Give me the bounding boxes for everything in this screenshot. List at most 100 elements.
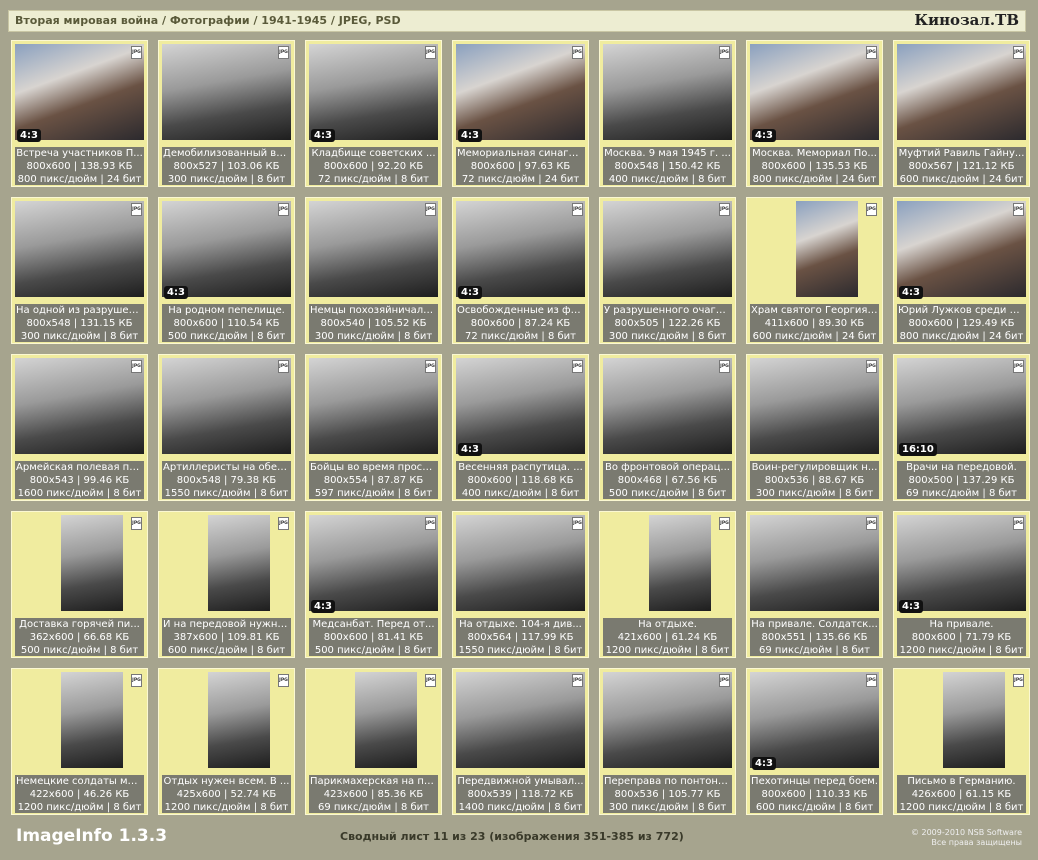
thumbnail-card[interactable]: JPG Артиллеристы на обеде. 800x548 | 79.38…: [158, 354, 295, 501]
thumbnail-area: JPG: [162, 515, 291, 615]
thumbnail-card[interactable]: JPG 4:3 На привале. 800x600 | 71.79 КБ 1200 …: [893, 511, 1030, 658]
brand-logo[interactable]: Кинозал.ТВ: [914, 11, 1019, 29]
thumbnail-card[interactable]: JPG Парикмахерская на пе... 423x600 | 85.3…: [305, 668, 442, 815]
thumbnail-image[interactable]: [897, 358, 1026, 454]
thumbnail-image[interactable]: [456, 672, 585, 768]
thumbnail-card[interactable]: JPG Переправа по понтонн... 800x536 | 105.…: [599, 668, 736, 815]
image-title: Пехотинцы перед боем.: [751, 776, 878, 787]
thumbnail-card[interactable]: JPG Отдых нужен всем. В ... 425x600 | 52.7…: [158, 668, 295, 815]
thumbnail-card[interactable]: JPG 4:3 Москва. Мемориал По... 800x600 | 13…: [746, 40, 883, 187]
thumbnail-area: JPG 4:3: [309, 44, 438, 144]
image-resolution: 1200 пикс/дюйм | 8 бит: [164, 802, 289, 813]
thumbnail-image[interactable]: [15, 201, 144, 297]
thumbnail-image[interactable]: [649, 515, 711, 611]
thumbnail-card[interactable]: JPG Передвижной умывал... 800x539 | 118.72…: [452, 668, 589, 815]
thumbnail-card[interactable]: JPG Во фронтовой операц... 800x468 | 67.56…: [599, 354, 736, 501]
thumbnail-image[interactable]: [750, 515, 879, 611]
thumbnail-image[interactable]: [943, 672, 1005, 768]
thumbnail-card[interactable]: JPG Воин-регулировщик н... 800x536 | 88.67…: [746, 354, 883, 501]
thumbnail-image[interactable]: [309, 515, 438, 611]
header-bar: Вторая мировая война / Фотографии / 1941…: [8, 10, 1026, 32]
thumbnail-image[interactable]: [15, 358, 144, 454]
thumbnail-image[interactable]: [309, 44, 438, 140]
thumbnail-card[interactable]: JPG На отдыхе. 421x600 | 61.24 КБ 1200 пикс…: [599, 511, 736, 658]
thumbnail-card[interactable]: JPG Доставка горячей пи... 362x600 | 66.68…: [11, 511, 148, 658]
breadcrumb[interactable]: Вторая мировая война / Фотографии / 1941…: [15, 14, 401, 27]
thumbnail-card[interactable]: JPG 4:3 На родном пепелище. 800x600 | 110.5…: [158, 197, 295, 344]
thumbnail-card[interactable]: JPG И на передовой нужно... 387x600 | 109.…: [158, 511, 295, 658]
thumbnail-image[interactable]: [162, 44, 291, 140]
thumbnail-image[interactable]: [603, 44, 732, 140]
thumbnail-card[interactable]: JPG 4:3 Кладбище советских ... 800x600 | 92…: [305, 40, 442, 187]
thumbnail-image[interactable]: [897, 201, 1026, 297]
thumbnail-caption: На одной из разрушен... 800x548 | 131.15 …: [15, 304, 144, 342]
image-dimensions: 800x567 | 121.12 КБ: [908, 161, 1015, 172]
image-resolution: 600 пикс/дюйм | 24 бит: [899, 174, 1024, 185]
thumbnail-caption: Медсанбат. Перед от... 800x600 | 81.41 КБ…: [309, 618, 438, 656]
image-dimensions: 800x551 | 135.66 КБ: [761, 632, 868, 643]
thumbnail-card[interactable]: JPG 4:3 Юрий Лужков среди в... 800x600 | 12…: [893, 197, 1030, 344]
thumbnail-image[interactable]: [750, 358, 879, 454]
thumbnail-card[interactable]: JPG Москва. 9 мая 1945 г. ... 800x548 | 15…: [599, 40, 736, 187]
thumbnail-card[interactable]: JPG 16:10 Врачи на передовой. 800x500 | 137…: [893, 354, 1030, 501]
jpg-file-icon: JPG: [131, 203, 142, 216]
thumbnail-card[interactable]: JPG 4:3 Освобожденные из фа... 800x600 | 87…: [452, 197, 589, 344]
thumbnail-image[interactable]: [61, 672, 123, 768]
thumbnail-image[interactable]: [750, 44, 879, 140]
thumbnail-caption: Юрий Лужков среди в... 800x600 | 129.49 К…: [897, 304, 1026, 342]
thumbnail-image[interactable]: [750, 672, 879, 768]
thumbnail-image[interactable]: [309, 201, 438, 297]
image-dimensions: 800x600 | 97.63 КБ: [470, 161, 571, 172]
thumbnail-image[interactable]: [355, 672, 417, 768]
thumbnail-card[interactable]: JPG 4:3 Встреча участников П... 800x600 | 1…: [11, 40, 148, 187]
thumbnail-image[interactable]: [603, 358, 732, 454]
image-dimensions: 800x600 | 138.93 КБ: [26, 161, 133, 172]
thumbnail-card[interactable]: JPG 4:3 Пехотинцы перед боем. 800x600 | 110…: [746, 668, 883, 815]
image-title: Москва. 9 мая 1945 г. ...: [604, 148, 731, 159]
thumbnail-card[interactable]: JPG Муфтий Равиль Гайну... 800x567 | 121.1…: [893, 40, 1030, 187]
thumbnail-image[interactable]: [15, 44, 144, 140]
thumbnail-card[interactable]: JPG Храм святого Георгия ... 411x600 | 89.…: [746, 197, 883, 344]
jpg-file-icon: JPG: [425, 517, 436, 530]
image-resolution: 1550 пикс/дюйм | 8 бит: [164, 488, 289, 499]
thumbnail-card[interactable]: JPG Немецкие солдаты мо... 422x600 | 46.26…: [11, 668, 148, 815]
thumbnail-card[interactable]: JPG 4:3 Медсанбат. Перед от... 800x600 | 81…: [305, 511, 442, 658]
thumbnail-image[interactable]: [603, 201, 732, 297]
image-title: На одной из разрушен...: [16, 305, 144, 316]
image-title: Муфтий Равиль Гайну...: [898, 148, 1025, 159]
thumbnail-image[interactable]: [456, 201, 585, 297]
thumbnail-card[interactable]: JPG Письмо в Германию. 426x600 | 61.15 КБ 1…: [893, 668, 1030, 815]
thumbnail-image[interactable]: [162, 201, 291, 297]
thumbnail-image[interactable]: [456, 515, 585, 611]
image-resolution: 69 пикс/дюйм | 8 бит: [906, 488, 1017, 499]
thumbnail-caption: На родном пепелище. 800x600 | 110.54 КБ 50…: [162, 304, 291, 342]
thumbnail-caption: У разрушенного очага... 800x505 | 122.26 …: [603, 304, 732, 342]
thumbnail-card[interactable]: JPG На одной из разрушен... 800x548 | 131.…: [11, 197, 148, 344]
thumbnail-image[interactable]: [456, 358, 585, 454]
thumbnail-card[interactable]: JPG 4:3 Весенняя распутица. ... 800x600 | 1…: [452, 354, 589, 501]
thumbnail-card[interactable]: JPG Бойцы во время просм... 800x554 | 87.8…: [305, 354, 442, 501]
thumbnail-card[interactable]: JPG Демобилизованный во... 800x527 | 103.0…: [158, 40, 295, 187]
thumbnail-card[interactable]: JPG Армейская полевая пе... 800x543 | 99.4…: [11, 354, 148, 501]
thumbnail-caption: Немцы похозяйничали... 800x540 | 105.52 К…: [309, 304, 438, 342]
thumbnail-card[interactable]: JPG Немцы похозяйничали... 800x540 | 105.5…: [305, 197, 442, 344]
thumbnail-card[interactable]: JPG У разрушенного очага... 800x505 | 122.…: [599, 197, 736, 344]
sheet-info: Сводный лист 11 из 23 (изображения 351-3…: [340, 830, 684, 843]
thumbnail-image[interactable]: [897, 515, 1026, 611]
thumbnail-image[interactable]: [456, 44, 585, 140]
thumbnail-image[interactable]: [897, 44, 1026, 140]
thumbnail-image[interactable]: [603, 672, 732, 768]
thumbnail-image[interactable]: [208, 515, 270, 611]
image-dimensions: 800x600 | 129.49 КБ: [908, 318, 1015, 329]
thumbnail-image[interactable]: [61, 515, 123, 611]
thumbnail-card[interactable]: JPG На отдыхе. 104-я див... 800x564 | 117.…: [452, 511, 589, 658]
thumbnail-caption: И на передовой нужно... 387x600 | 109.81 …: [162, 618, 291, 656]
thumbnail-card[interactable]: JPG На привале. Солдатск... 800x551 | 135.…: [746, 511, 883, 658]
thumbnail-card[interactable]: JPG 4:3 Мемориальная синаго... 800x600 | 97…: [452, 40, 589, 187]
jpg-file-icon: JPG: [278, 517, 289, 530]
image-dimensions: 800x548 | 131.15 КБ: [26, 318, 133, 329]
thumbnail-image[interactable]: [208, 672, 270, 768]
thumbnail-image[interactable]: [309, 358, 438, 454]
thumbnail-image[interactable]: [162, 358, 291, 454]
thumbnail-image[interactable]: [796, 201, 858, 297]
